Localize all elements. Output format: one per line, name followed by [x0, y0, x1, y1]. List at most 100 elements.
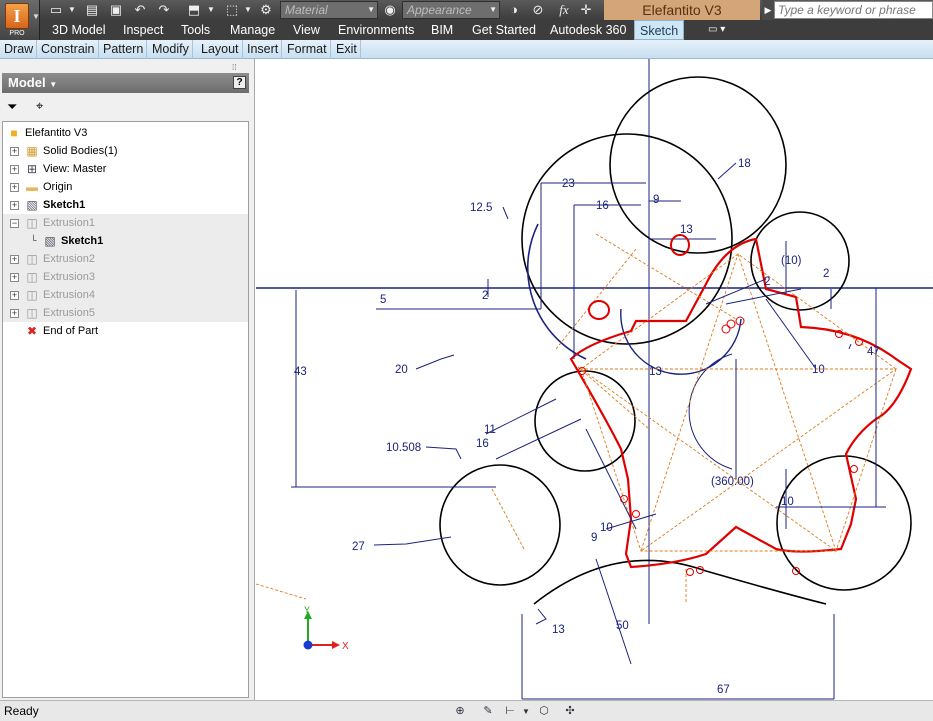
filter-icon[interactable]: ⏷: [7, 99, 17, 115]
return-dropdown-icon[interactable]: ▼: [203, 2, 219, 18]
select-icon[interactable]: ⬚: [224, 2, 240, 18]
tree-item-sketch1[interactable]: └ ▧ Sketch1: [3, 232, 248, 250]
dimension-label[interactable]: 18: [738, 158, 751, 170]
select-dropdown-icon[interactable]: ▼: [240, 2, 256, 18]
dimension-label[interactable]: 23: [562, 178, 575, 190]
panel-insert[interactable]: Insert: [244, 40, 283, 59]
tree-item-origin[interactable]: + ▬ Origin: [3, 178, 248, 196]
application-menu-button[interactable]: I PRO ▼: [0, 0, 40, 40]
note-icon[interactable]: ✎: [480, 704, 496, 719]
dimension-label[interactable]: 16: [596, 200, 609, 212]
dimension-label[interactable]: (360.00): [711, 476, 754, 488]
dimension-label[interactable]: 10: [781, 496, 794, 508]
tab-environments[interactable]: Environments: [338, 20, 414, 40]
expand-icon[interactable]: +: [10, 183, 19, 192]
undo-icon[interactable]: ↶: [132, 2, 148, 18]
tab-tools[interactable]: Tools: [181, 20, 210, 40]
find-icon[interactable]: ⌖: [36, 98, 43, 114]
tab-get-started[interactable]: Get Started: [472, 20, 536, 40]
appearance-combo[interactable]: Appearance ▼: [402, 1, 500, 19]
expand-icon[interactable]: +: [10, 165, 19, 174]
dimension-label[interactable]: 12.5: [470, 202, 492, 214]
dimension-label[interactable]: (10): [781, 255, 802, 267]
appearance-ball-icon[interactable]: ◉: [382, 2, 398, 18]
material-combo[interactable]: Material ▼: [280, 1, 378, 19]
dimension-label[interactable]: 2: [764, 276, 770, 288]
tab-3d-model[interactable]: 3D Model: [52, 20, 106, 40]
ribbon-display-options-icon[interactable]: ▭ ▾: [708, 23, 734, 37]
panel-constrain[interactable]: Constrain: [38, 40, 99, 59]
adjust-appearance-icon[interactable]: ◑: [506, 2, 522, 18]
tree-item-extrusion5[interactable]: + ◫ Extrusion5: [3, 304, 248, 322]
dimension-label[interactable]: 2: [482, 290, 488, 302]
constraint-dropdown-icon[interactable]: ▼: [518, 704, 534, 719]
new-file-icon[interactable]: ▭: [48, 2, 64, 18]
expand-icon[interactable]: +: [10, 255, 19, 264]
dimension-label[interactable]: 50: [616, 620, 629, 632]
panel-draw[interactable]: Draw: [1, 40, 38, 59]
tab-inspect[interactable]: Inspect: [123, 20, 163, 40]
return-icon[interactable]: ⬒: [186, 2, 202, 18]
fx-parameters-icon[interactable]: fx: [556, 2, 572, 18]
tree-item-extrusion2[interactable]: + ◫ Extrusion2: [3, 250, 248, 268]
update-icon[interactable]: ⚙: [258, 2, 274, 18]
tab-sketch[interactable]: Sketch: [634, 20, 685, 40]
tree-item-extrusion4[interactable]: + ◫ Extrusion4: [3, 286, 248, 304]
dimension-label[interactable]: 9: [653, 194, 659, 206]
dimension-label[interactable]: 5: [380, 294, 386, 306]
open-icon[interactable]: ▤: [84, 2, 100, 18]
dimension-label[interactable]: 43: [294, 366, 307, 378]
tab-view[interactable]: View: [293, 20, 320, 40]
panel-exit[interactable]: Exit: [333, 40, 361, 59]
dimension-label[interactable]: 20: [395, 364, 408, 376]
new-dropdown-icon[interactable]: ▼: [64, 2, 80, 18]
dimension-label[interactable]: 13: [649, 366, 662, 378]
expand-icon[interactable]: +: [10, 273, 19, 282]
tree-item-extrusion1[interactable]: − ◫ Extrusion1: [3, 214, 248, 232]
tree-item-sketch1[interactable]: + ▧ Sketch1: [3, 196, 248, 214]
dimension-label[interactable]: 10: [812, 364, 825, 376]
save-icon[interactable]: ▣: [108, 2, 124, 18]
dimension-label[interactable]: 10: [600, 522, 613, 534]
cube-icon[interactable]: ⬡: [536, 704, 552, 719]
panel-pattern[interactable]: Pattern: [100, 40, 148, 59]
dimension-label[interactable]: 13: [552, 624, 565, 636]
redo-icon[interactable]: ↷: [156, 2, 172, 18]
expand-icon[interactable]: +: [10, 309, 19, 318]
help-icon[interactable]: ?: [233, 76, 246, 89]
degrees-of-freedom-icon[interactable]: ✣: [562, 704, 578, 719]
expand-icon[interactable]: −: [10, 219, 19, 228]
expand-icon[interactable]: +: [10, 147, 19, 156]
dimension-label[interactable]: 27: [352, 541, 365, 553]
tree-item-end-of-part[interactable]: ✖ End of Part: [3, 322, 248, 340]
dimension-label[interactable]: 67: [717, 684, 730, 696]
dimension-label[interactable]: 9: [591, 532, 597, 544]
tab-autodesk-360[interactable]: Autodesk 360: [550, 20, 626, 40]
panel-modify[interactable]: Modify: [149, 40, 193, 59]
ilogic-icon[interactable]: ✛: [578, 2, 594, 18]
panel-format[interactable]: Format: [284, 40, 331, 59]
dimension-label[interactable]: 11: [484, 424, 496, 436]
dimension-label[interactable]: 47: [867, 346, 880, 358]
tab-bim[interactable]: BIM: [431, 20, 453, 40]
dimension-label[interactable]: 13: [680, 224, 693, 236]
expand-icon[interactable]: +: [10, 291, 19, 300]
expand-icon[interactable]: +: [10, 201, 19, 210]
panel-layout[interactable]: Layout: [198, 40, 243, 59]
tree-item-view-master[interactable]: + ⊞ View: Master: [3, 160, 248, 178]
help-search-input[interactable]: Type a keyword or phrase: [774, 1, 933, 19]
tree-item-elefantito-v3[interactable]: ■ Elefantito V3: [3, 124, 248, 142]
clear-appearance-icon[interactable]: ⊘: [530, 2, 546, 18]
tab-manage[interactable]: Manage: [230, 20, 275, 40]
dimension-label[interactable]: 16: [476, 438, 489, 450]
sketch-drawing[interactable]: 23 9 16 13 18 12.5 2 5 (10) 2 2 43 20 13 10 47 11 16 10.50…: [256, 59, 933, 700]
panel-grip-icon[interactable]: ⁞⁞: [232, 63, 236, 72]
constraint-inference-icon[interactable]: ⊢: [502, 704, 518, 719]
browser-header[interactable]: Model ▼ ?: [2, 73, 249, 93]
dimension-label[interactable]: 2: [823, 268, 829, 280]
search-expand-icon[interactable]: ▶: [762, 0, 774, 20]
sketch-canvas[interactable]: 23 9 16 13 18 12.5 2 5 (10) 2 2 43 20 13 10 47 11 16 10.50…: [256, 59, 933, 700]
dimension-label[interactable]: 10.508: [386, 442, 421, 454]
snap-icon[interactable]: ⊕: [452, 704, 468, 719]
tree-item-extrusion3[interactable]: + ◫ Extrusion3: [3, 268, 248, 286]
